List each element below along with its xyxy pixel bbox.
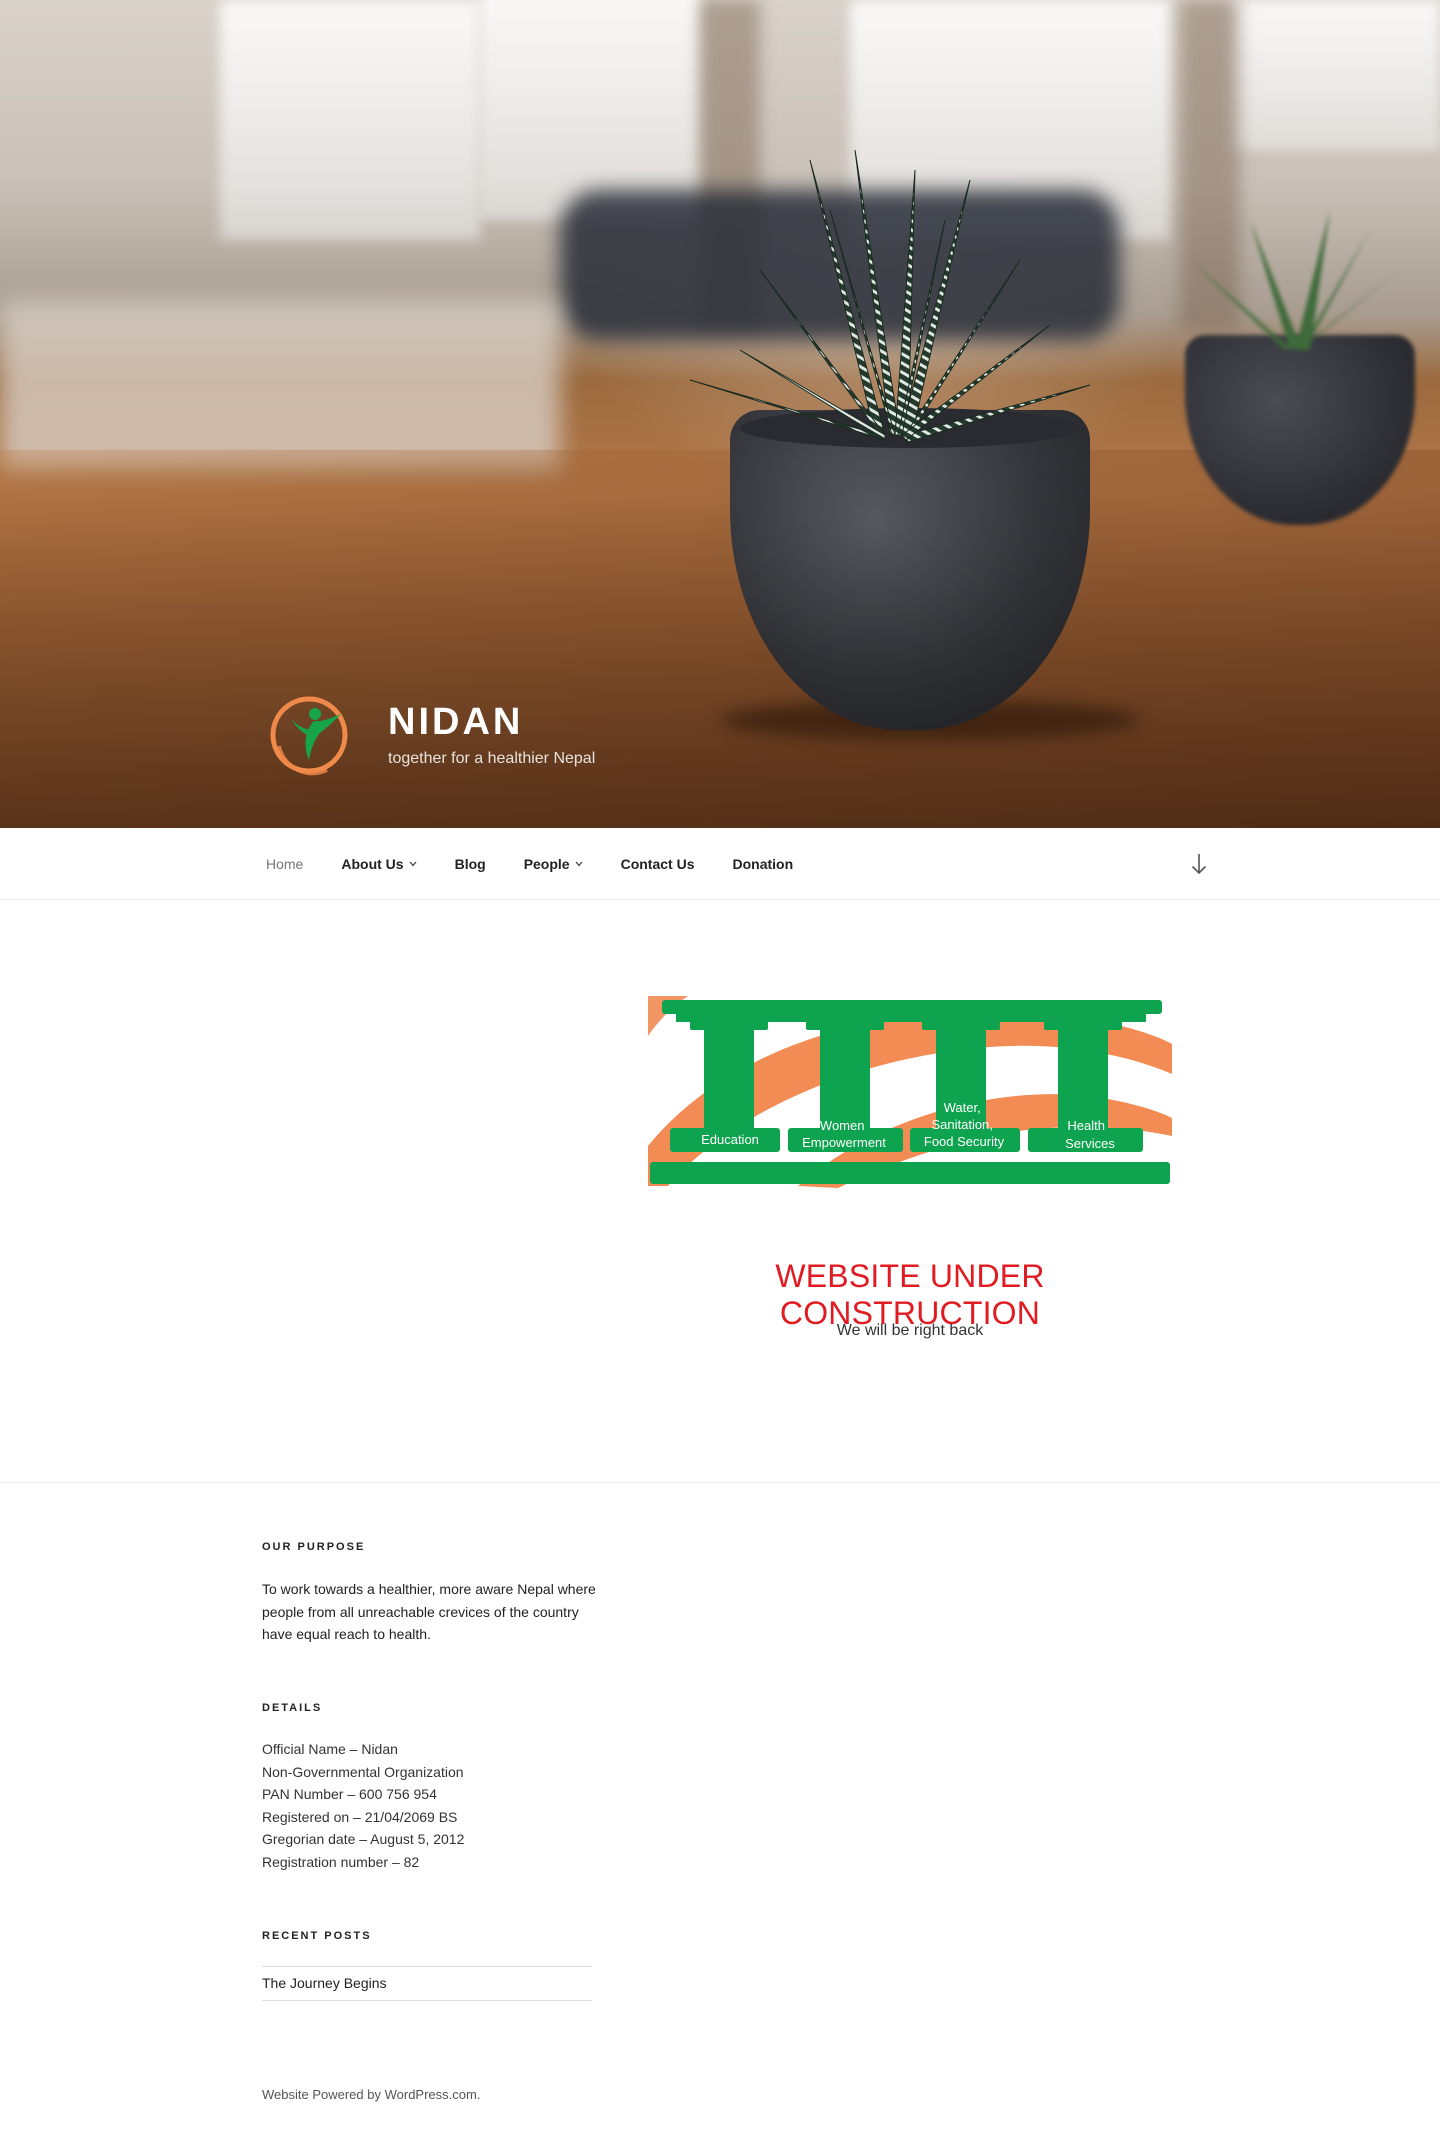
details-line: Registered on – 21/04/2069 BS — [262, 1808, 458, 1825]
arrow-down-icon — [1191, 854, 1207, 875]
nav-item-contact-us[interactable]: Contact Us — [602, 856, 714, 872]
footer-divider — [0, 1482, 1440, 1483]
nav-item-label: About Us — [341, 856, 404, 872]
nav-menu: Home About Us Blog People Contact Us Don… — [247, 828, 812, 900]
nav-item-people[interactable]: People — [505, 856, 602, 872]
pillar-label-education: Education — [701, 1132, 759, 1147]
nav-item-label: People — [523, 856, 570, 872]
site-tagline: together for a healthier Nepal — [388, 749, 596, 767]
recent-posts-list: The Journey Begins — [262, 1966, 592, 2001]
pillars-banner-image: Education Women Empowerment Water, Sanit… — [648, 996, 1172, 1188]
details-line: Gregorian date – August 5, 2012 — [262, 1831, 465, 1847]
site-text: NIDAN together for a healthier Nepal — [388, 701, 596, 768]
pillar-line: Health — [1067, 1118, 1105, 1133]
nav-item-home[interactable]: Home — [247, 856, 322, 872]
pillar-line: Education — [701, 1132, 759, 1147]
pillar-line: Water, — [944, 1100, 981, 1115]
widget-title-our-purpose: OUR PURPOSE — [262, 1541, 366, 1553]
hero-overlay — [0, 0, 1440, 828]
nav-item-label: Contact Us — [620, 856, 695, 872]
chevron-down-icon — [409, 859, 417, 870]
purpose-text: To work towards a healthier, more aware … — [262, 1581, 596, 1642]
details-line: Official Name – Nidan — [262, 1741, 398, 1757]
pillar-line: Women — [820, 1118, 865, 1133]
pillar-line: Sanitation, — [931, 1117, 992, 1132]
details-line: Non-Governmental Organization — [262, 1763, 464, 1780]
main-navigation: Home About Us Blog People Contact Us Don… — [0, 828, 1440, 900]
site-title[interactable]: NIDAN — [388, 701, 595, 744]
construction-subtext: We will be right back — [836, 1322, 984, 1339]
site-header-hero: NIDAN together for a healthier Nepal — [0, 0, 1440, 828]
nav-item-label: Home — [266, 856, 304, 872]
pillars-banner-graphic: Education Women Empowerment Water, Sanit… — [648, 996, 1172, 1188]
pillar-line: Food Security — [924, 1134, 1005, 1149]
pillar-line: Empowerment — [802, 1135, 886, 1150]
pillar-line: Services — [1065, 1136, 1115, 1151]
powered-by-link[interactable]: Website Powered by WordPress.com. — [262, 2087, 480, 2102]
site-branding: NIDAN together for a healthier Nepal — [265, 690, 595, 780]
details-line: Registration number – 82 — [262, 1853, 420, 1870]
scroll-down-button[interactable] — [1184, 846, 1214, 882]
widget-title-recent-posts: RECENT POSTS — [262, 1930, 372, 1942]
recent-post-link[interactable]: The Journey Begins — [262, 1975, 387, 1991]
chevron-down-icon — [575, 859, 583, 870]
nav-item-blog[interactable]: Blog — [436, 856, 505, 872]
widget-title-details: DETAILS — [262, 1702, 323, 1714]
nav-item-label: Donation — [732, 856, 794, 872]
construction-heading: WEBSITE UNDER CONSTRUCTION — [775, 1258, 1045, 1331]
nidan-figure-logo-icon[interactable] — [265, 690, 355, 780]
nav-item-donation[interactable]: Donation — [714, 856, 813, 872]
details-line: PAN Number – 600 756 954 — [262, 1786, 437, 1802]
nav-item-about-us[interactable]: About Us — [322, 856, 435, 872]
details-list: Official Name – Nidan Non-Governmental O… — [262, 1738, 602, 1873]
nav-item-label: Blog — [454, 856, 486, 872]
